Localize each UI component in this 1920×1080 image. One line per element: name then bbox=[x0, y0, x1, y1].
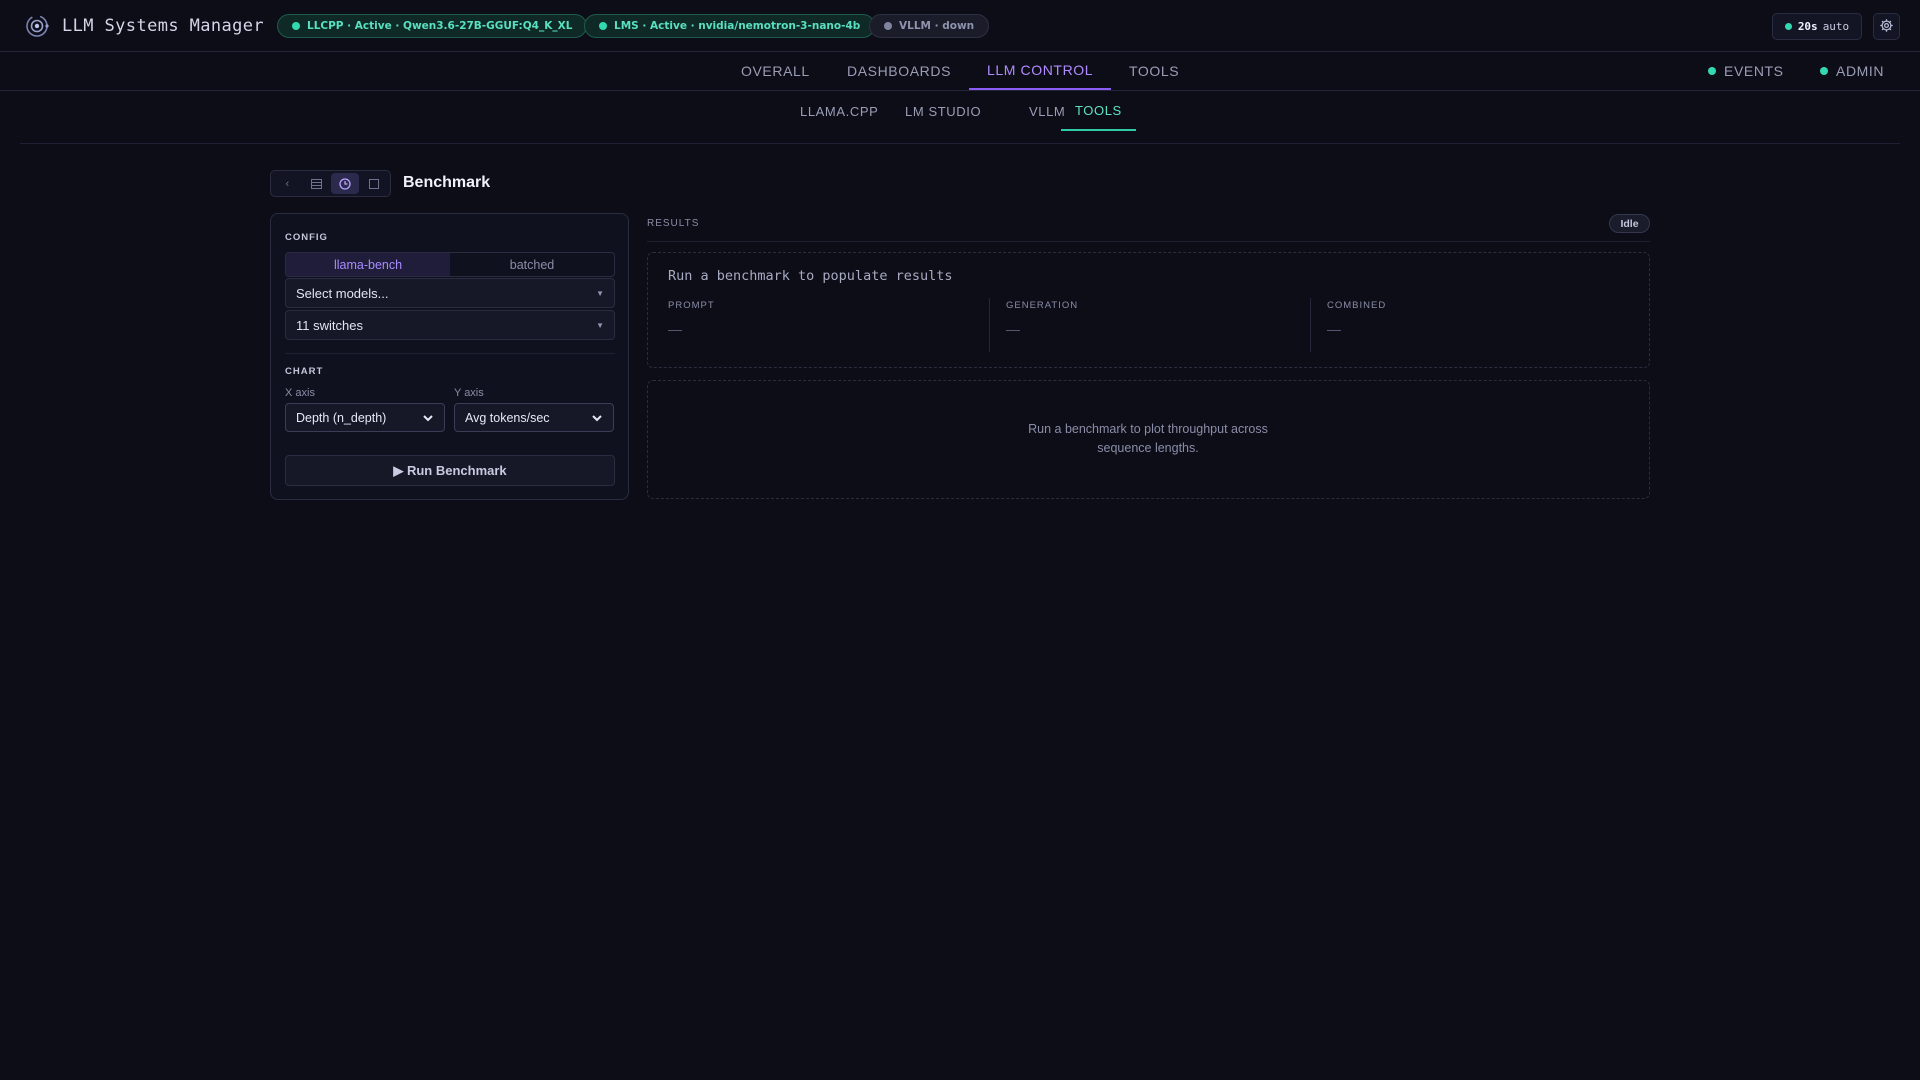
tab-dashboards[interactable]: DASHBOARDS bbox=[829, 52, 969, 90]
model-select[interactable]: Select models... ▼ bbox=[285, 278, 615, 308]
metric-prompt: PROMPT — bbox=[668, 300, 715, 337]
events-label: EVENTS bbox=[1724, 63, 1784, 79]
vllm-status-pill[interactable]: VLLM · down bbox=[869, 14, 990, 38]
sub-nav: LLAMA.CPP LM STUDIO VLLM TOOLS bbox=[20, 91, 1900, 144]
subtab-llama-cpp[interactable]: LLAMA.CPP bbox=[786, 91, 892, 131]
back-icon[interactable]: ‹ bbox=[273, 173, 302, 194]
refresh-status-dot-icon bbox=[1784, 23, 1792, 30]
metric-label: PROMPT bbox=[668, 300, 715, 311]
subtab-lm-studio[interactable]: LM STUDIO bbox=[891, 91, 995, 131]
metric-divider bbox=[1310, 298, 1311, 352]
x-axis-select[interactable]: Depth (n_depth) bbox=[285, 403, 445, 432]
chart-empty-line-1: Run a benchmark to plot throughput acros… bbox=[1028, 422, 1268, 436]
list-icon[interactable] bbox=[302, 173, 331, 194]
bench-mode-toggle: llama-bench batched bbox=[285, 252, 615, 277]
metric-value: — bbox=[1006, 321, 1020, 337]
metric-generation: GENERATION — bbox=[1006, 300, 1078, 337]
caret-down-icon: ▼ bbox=[596, 288, 604, 298]
metric-label: GENERATION bbox=[1006, 300, 1079, 311]
gear-icon bbox=[1879, 18, 1894, 36]
y-axis-value: Avg tokens/sec bbox=[465, 410, 550, 425]
x-axis-label: X axis bbox=[285, 387, 315, 399]
switches-select[interactable]: 11 switches ▼ bbox=[285, 310, 615, 340]
auto-refresh-toggle[interactable]: 20s auto bbox=[1772, 13, 1862, 40]
metric-divider bbox=[989, 298, 990, 352]
settings-button[interactable] bbox=[1873, 13, 1900, 40]
status-dot-icon bbox=[599, 22, 607, 30]
metric-label: COMBINED bbox=[1327, 300, 1387, 311]
brand: LLM Systems Manager bbox=[24, 13, 264, 39]
events-link[interactable]: EVENTS bbox=[1708, 52, 1784, 90]
caret-down-icon: ▼ bbox=[596, 320, 604, 330]
chevron-down-icon bbox=[422, 412, 434, 424]
section-divider bbox=[285, 353, 615, 354]
llcpp-status-pill[interactable]: LLCPP · Active · Qwen3.6-27B-GGUF:Q4_K_X… bbox=[277, 14, 588, 38]
chart-empty-message: Run a benchmark to plot throughput acros… bbox=[648, 420, 1648, 458]
vllm-status-text: VLLM · down bbox=[899, 20, 975, 32]
mode-llama-bench[interactable]: llama-bench bbox=[286, 253, 450, 276]
admin-status-dot-icon bbox=[1820, 67, 1828, 75]
mode-batched[interactable]: batched bbox=[450, 253, 614, 276]
refresh-interval: 20s bbox=[1797, 20, 1818, 33]
tab-tools[interactable]: TOOLS bbox=[1111, 52, 1197, 90]
results-section-label: RESULTS bbox=[647, 218, 700, 229]
chart-empty-line-2: sequence lengths. bbox=[1097, 441, 1199, 455]
square-icon[interactable] bbox=[359, 173, 388, 194]
metric-value: — bbox=[1327, 321, 1341, 337]
metric-combined: COMBINED — bbox=[1327, 300, 1386, 337]
tool-switcher: ‹ bbox=[270, 170, 391, 197]
switches-value: 11 switches bbox=[296, 317, 363, 333]
results-divider bbox=[647, 241, 1650, 242]
orbit-logo-icon bbox=[24, 13, 50, 39]
lms-status-text: LMS · Active · nvidia/nemotron-3-nano-4b bbox=[614, 20, 861, 32]
top-bar: LLM Systems Manager LLCPP · Active · Qwe… bbox=[0, 0, 1920, 52]
llcpp-status-text: LLCPP · Active · Qwen3.6-27B-GGUF:Q4_K_X… bbox=[307, 20, 573, 32]
admin-label: ADMIN bbox=[1836, 63, 1885, 79]
tool-title: Benchmark bbox=[403, 174, 491, 191]
tab-overall[interactable]: OVERALL bbox=[723, 52, 828, 90]
chart-section-label: CHART bbox=[285, 366, 324, 377]
chevron-down-icon bbox=[591, 412, 603, 424]
refresh-mode: auto bbox=[1822, 20, 1850, 33]
app-title: LLM Systems Manager bbox=[62, 15, 265, 36]
status-dot-icon bbox=[884, 22, 892, 30]
lms-status-pill[interactable]: LMS · Active · nvidia/nemotron-3-nano-4b bbox=[584, 14, 876, 38]
y-axis-select[interactable]: Avg tokens/sec bbox=[454, 403, 614, 432]
main-nav: OVERALL DASHBOARDS LLM CONTROL TOOLS EVE… bbox=[0, 52, 1920, 91]
y-axis-label: Y axis bbox=[454, 387, 484, 399]
metric-value: — bbox=[668, 321, 682, 337]
x-axis-value: Depth (n_depth) bbox=[296, 410, 387, 425]
model-select-value: Select models... bbox=[296, 285, 389, 301]
config-section-label: CONFIG bbox=[285, 232, 328, 243]
tab-llm-control[interactable]: LLM CONTROL bbox=[969, 52, 1112, 90]
events-status-dot-icon bbox=[1708, 67, 1716, 75]
config-panel: CONFIG llama-bench batched Select models… bbox=[270, 213, 629, 500]
status-dot-icon bbox=[292, 22, 300, 30]
run-benchmark-button[interactable]: ▶ Run Benchmark bbox=[285, 455, 615, 486]
results-empty-title: Run a benchmark to populate results bbox=[668, 268, 953, 284]
status-badge: Idle bbox=[1609, 214, 1650, 233]
clock-icon[interactable] bbox=[330, 173, 360, 194]
subtab-tools[interactable]: TOOLS bbox=[1061, 91, 1136, 131]
admin-link[interactable]: ADMIN bbox=[1820, 52, 1884, 90]
